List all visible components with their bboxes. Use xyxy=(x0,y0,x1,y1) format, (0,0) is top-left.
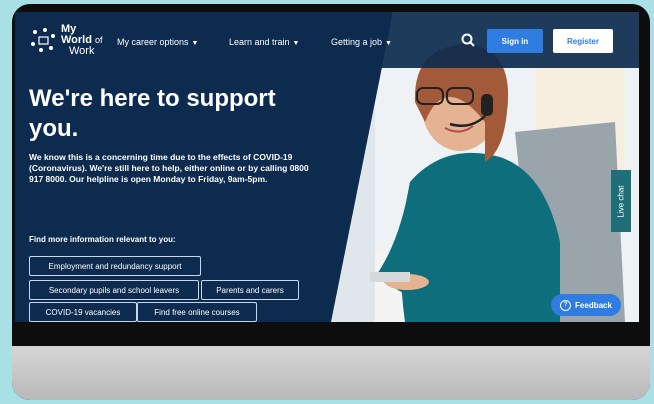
logo-text-work: Work xyxy=(69,45,95,57)
sign-in-button[interactable]: Sign in xyxy=(487,29,543,53)
top-navigation: My World of Work My career options ▼ Lear… xyxy=(15,12,639,68)
site-logo[interactable]: My World of Work xyxy=(29,24,109,58)
question-icon: ? xyxy=(560,299,572,311)
live-chat-tab[interactable]: Live chat xyxy=(611,170,631,232)
chevron-down-icon: ▼ xyxy=(191,40,199,47)
search-icon[interactable] xyxy=(461,33,475,47)
monitor-chin xyxy=(12,346,650,400)
logo-icon xyxy=(31,28,55,52)
chip-secondary-pupils[interactable]: Secondary pupils and school leavers xyxy=(29,280,199,300)
hero-body-text: We know this is a concerning time due to… xyxy=(29,152,309,184)
logo-text-of: of xyxy=(95,35,103,45)
chip-covid-vacancies[interactable]: COVID-19 vacancies xyxy=(29,302,137,322)
find-info-label: Find more information relevant to you: xyxy=(29,235,176,244)
chip-free-online-courses[interactable]: Find free online courses xyxy=(137,302,257,322)
chevron-down-icon: ▼ xyxy=(292,40,300,47)
register-button[interactable]: Register xyxy=(553,29,613,53)
website-screen: My World of Work My career options ▼ Lear… xyxy=(15,12,639,322)
chip-employment-support[interactable]: Employment and redundancy support xyxy=(29,256,201,276)
nav-item-career-options[interactable]: My career options ▼ xyxy=(117,37,198,47)
hero-title: We're here to support you. xyxy=(29,85,276,142)
feedback-button[interactable]: ? Feedback xyxy=(551,294,621,316)
nav-item-getting-a-job[interactable]: Getting a job ▼ xyxy=(331,37,392,47)
monitor-bezel xyxy=(12,324,650,346)
chevron-down-icon: ▼ xyxy=(385,40,392,47)
chip-parents-carers[interactable]: Parents and carers xyxy=(201,280,299,300)
nav-item-learn-and-train[interactable]: Learn and train ▼ xyxy=(229,37,299,47)
